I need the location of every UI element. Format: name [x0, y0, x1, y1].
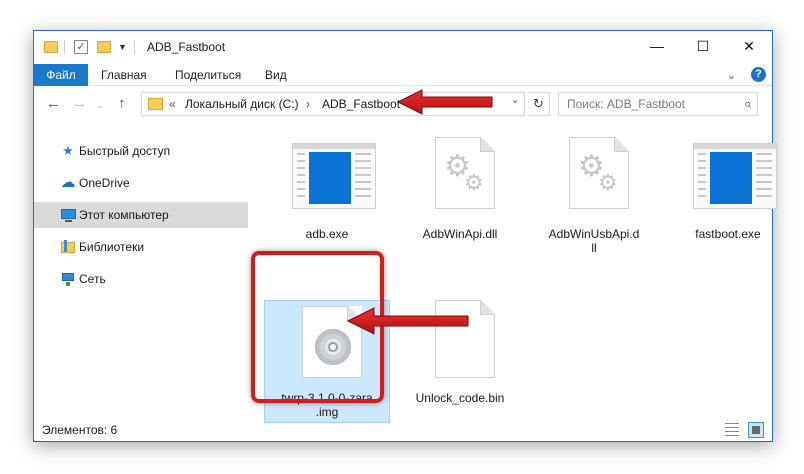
annotation-arrow-left-icon: [346, 307, 469, 335]
tab-view[interactable]: Вид: [265, 64, 287, 86]
maximize-button[interactable]: ☐: [680, 31, 726, 62]
item-count: Элементов: 6: [42, 423, 118, 437]
tab-home[interactable]: Главная: [101, 64, 147, 86]
search-input[interactable]: Поиск: ADB_Fastboot ⌕: [558, 92, 758, 116]
refresh-icon[interactable]: ↻: [528, 92, 550, 116]
large-icons-view-icon[interactable]: [748, 422, 764, 438]
minimize-button[interactable]: —: [634, 31, 680, 62]
file-name: Unlock_code.bin: [415, 391, 505, 405]
help-icon[interactable]: ?: [751, 67, 766, 82]
ribbon-tabs: Файл Главная Поделиться Вид ⌄ ?: [34, 64, 772, 86]
address-dropdown-icon[interactable]: ⌄: [511, 95, 519, 106]
window-title: ADB_Fastboot: [147, 40, 226, 54]
toolbar-divider: [134, 40, 135, 54]
sidebar-item-label: Быстрый доступ: [79, 144, 171, 158]
exe-icon: [292, 143, 376, 209]
file-item-fastboot-exe[interactable]: fastboot.exe: [665, 129, 791, 251]
computer-icon: [60, 207, 76, 223]
title-bar: ✓ ▼ ADB_Fastboot — ☐ ✕: [34, 31, 772, 64]
sidebar-item-onedrive[interactable]: ☁ OneDrive: [34, 170, 248, 196]
tab-file[interactable]: Файл: [34, 64, 88, 86]
back-arrow-icon[interactable]: ←: [46, 95, 61, 112]
sidebar-item-label: Библиотеки: [79, 240, 145, 254]
new-folder-icon[interactable]: [97, 41, 111, 53]
dll-icon: ⚙ ⚙: [569, 137, 629, 209]
dll-icon: ⚙ ⚙: [435, 137, 495, 209]
toolbar-divider: [64, 40, 65, 54]
file-item-adb-exe[interactable]: adb.exe: [264, 129, 390, 251]
sidebar-item-quick-access[interactable]: ★ Быстрый доступ: [34, 138, 248, 164]
file-name: fastboot.exe: [695, 227, 761, 241]
star-icon: ★: [62, 143, 74, 158]
cloud-icon: ☁: [60, 174, 76, 191]
recent-locations-icon[interactable]: ⌄: [96, 100, 104, 111]
breadcrumb-adb-fastboot[interactable]: ADB_Fastboot: [322, 97, 400, 111]
forward-arrow-icon[interactable]: →: [72, 95, 87, 112]
customize-quick-access-icon[interactable]: ▼: [118, 42, 127, 58]
navigation-pane: ★ Быстрый доступ ☁ OneDrive Этот компьют…: [34, 131, 248, 361]
sidebar-item-libraries[interactable]: Библиотеки: [34, 234, 248, 260]
file-name-line-1: AdbWinUsbApi.d: [548, 227, 640, 241]
search-icon[interactable]: ⌕: [744, 96, 751, 112]
folder-icon: [44, 41, 58, 53]
sidebar-item-label: Сеть: [79, 272, 106, 286]
properties-icon[interactable]: ✓: [74, 40, 88, 54]
close-button[interactable]: ✕: [726, 31, 772, 62]
file-item-adbwinapi-dll[interactable]: ⚙ ⚙ AdbWinApi.dll: [397, 129, 523, 251]
status-bar: Элементов: 6: [34, 419, 772, 441]
annotation-arrow-left-icon: [396, 89, 493, 115]
address-overflow[interactable]: «: [169, 97, 176, 111]
folder-icon: [148, 98, 163, 110]
file-name: AdbWinApi.dll: [422, 227, 498, 241]
breadcrumb-local-disk[interactable]: Локальный диск (C:): [185, 97, 299, 111]
search-placeholder: Поиск: ADB_Fastboot: [567, 97, 685, 111]
file-item-adbwinusbapi-dll[interactable]: ⚙ ⚙ AdbWinUsbApi.d ll: [531, 129, 657, 255]
sidebar-item-network[interactable]: Сеть: [34, 266, 248, 292]
sidebar-item-label: OneDrive: [79, 176, 130, 190]
exe-icon: [693, 143, 777, 209]
file-name-line-2: ll: [591, 241, 597, 255]
breadcrumb-separator[interactable]: ›: [306, 97, 310, 111]
network-icon: [60, 271, 76, 287]
details-view-icon[interactable]: [724, 422, 740, 438]
file-name-line-2: .img: [315, 405, 339, 419]
sidebar-item-this-pc[interactable]: Этот компьютер: [34, 202, 248, 228]
sidebar-item-label: Этот компьютер: [79, 208, 169, 222]
tab-share[interactable]: Поделиться: [175, 64, 241, 86]
library-icon: [60, 239, 76, 255]
up-arrow-icon[interactable]: ↑: [118, 95, 126, 112]
expand-ribbon-icon[interactable]: ⌄: [727, 69, 736, 82]
file-name: adb.exe: [305, 227, 349, 241]
